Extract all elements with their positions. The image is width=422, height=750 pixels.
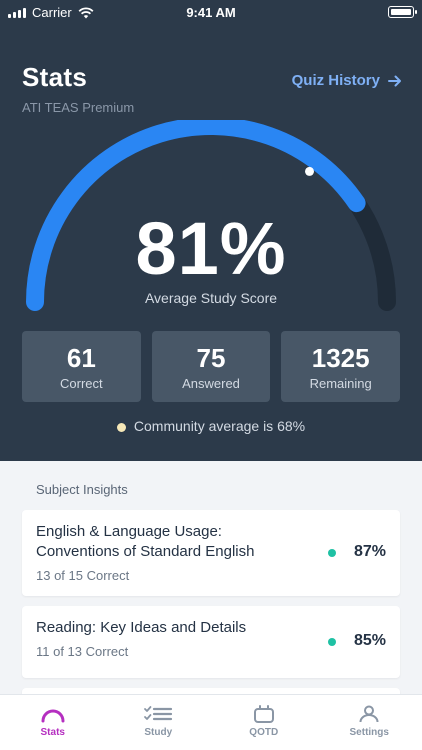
stat-label: Remaining [309, 376, 372, 391]
insight-card-reading[interactable]: Reading: Key Ideas and Details 11 of 13 … [22, 606, 400, 678]
tab-label: Study [144, 727, 173, 738]
community-average-text: Community average is 68% [133, 418, 306, 434]
status-dot-icon [328, 549, 336, 557]
page-subtitle: ATI TEAS Premium [22, 100, 135, 115]
tab-bar: Stats Study QOTD Settings [0, 694, 422, 750]
quiz-history-label: Quiz History [291, 72, 380, 89]
stat-value: 75 [196, 343, 226, 373]
stat-value: 1325 [311, 343, 370, 373]
stat-card-correct: 61 Correct [22, 331, 141, 402]
quiz-history-link[interactable]: Quiz History [292, 72, 402, 89]
battery-icon [388, 6, 417, 18]
community-average-marker [305, 166, 314, 176]
calendar-tv-icon [253, 705, 274, 723]
average-score-label: Average Study Score [144, 290, 278, 306]
stat-cards: 61 Correct 75 Answered 1325 Remaining [22, 331, 401, 402]
stat-card-remaining: 1325 Remaining [281, 331, 401, 402]
stat-label: Correct [60, 376, 103, 391]
tab-label: Stats [40, 727, 65, 738]
stats-gauge-icon [41, 709, 65, 723]
person-icon [359, 705, 379, 723]
status-dot-icon [328, 638, 336, 646]
community-average: Community average is 68% [0, 418, 422, 434]
page-title: Stats [22, 62, 88, 92]
stats-header-panel: Carrier 9:41 AM Stats ATI TEAS Premium Q… [0, 0, 422, 461]
insight-percent: 85% [353, 632, 386, 649]
stat-card-answered: 75 Answered [151, 331, 271, 402]
insight-name: English & Language Usage: Conventions of… [36, 523, 255, 560]
stat-label: Answered [182, 376, 240, 391]
tab-qotd[interactable]: QOTD [211, 695, 317, 750]
average-score-value: 81% [135, 207, 287, 290]
tab-stats[interactable]: Stats [0, 695, 106, 750]
tab-label: Settings [349, 727, 389, 738]
checklist-icon [144, 706, 173, 721]
tab-study[interactable]: Study [106, 695, 212, 750]
insight-percent: 87% [353, 543, 386, 560]
stat-value: 61 [66, 343, 96, 373]
insight-sub: 11 of 13 Correct [36, 644, 129, 659]
tab-label: QOTD [249, 727, 279, 738]
insight-sub: 13 of 15 Correct [36, 568, 130, 583]
status-time: 9:41 AM [186, 5, 236, 20]
community-dot-icon [116, 423, 126, 432]
insight-card-english[interactable]: English & Language Usage: Conventions of… [22, 510, 400, 596]
subject-insights-title: Subject Insights [36, 482, 128, 497]
tab-settings[interactable]: Settings [317, 695, 422, 750]
arrow-right-icon [388, 75, 401, 86]
status-bar: Carrier 9:41 AM [0, 0, 422, 26]
insight-name: Reading: Key Ideas and Details [36, 619, 247, 636]
